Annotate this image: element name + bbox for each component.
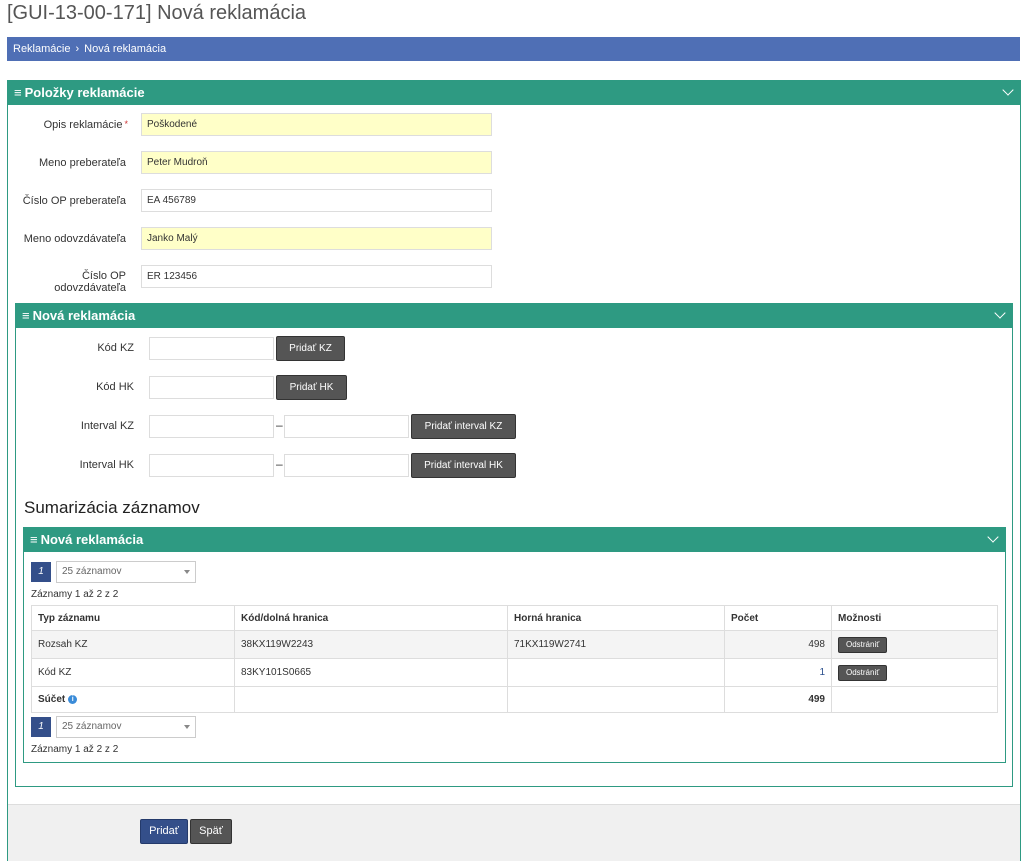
col-header-kod[interactable]: Kód/dolná hranica [234, 605, 508, 631]
pridat-button[interactable]: Pridať [140, 819, 188, 844]
pridat-interval-kz-button[interactable]: Pridať interval KZ [411, 414, 516, 439]
records-info: Záznamy 1 až 2 z 2 [31, 744, 119, 755]
menu-icon: ≡ [14, 85, 22, 100]
interval-hk-from-input[interactable] [149, 454, 274, 477]
caret-down-icon [184, 725, 190, 729]
summary-heading: Sumarizácia záznamov [24, 498, 200, 517]
odstranit-button[interactable]: Odstrániť [838, 636, 888, 653]
panel-header[interactable]: ≡ Nová reklamácia [24, 528, 1005, 552]
page-button[interactable]: 1 [31, 562, 51, 582]
page-size-select[interactable]: 25 záznamov [56, 561, 196, 583]
meno-preberatela-input[interactable]: Peter Mudroň [141, 151, 492, 174]
panel-title: Nová reklamácia [32, 308, 136, 323]
sum-value: 499 [724, 686, 832, 713]
label-meno-preberatela: Meno preberateľa [39, 157, 126, 169]
interval-kz-to-input[interactable] [284, 415, 409, 438]
menu-icon: ≡ [22, 308, 30, 323]
opis-reklamacie-input[interactable]: Poškodené [141, 113, 492, 136]
panel-title: Položky reklamácie [24, 85, 145, 100]
records-table: Typ záznamu Kód/dolná hranica Horná hran… [31, 605, 998, 713]
panel-nova-reklamacia: ≡ Nová reklamácia Kód KZ Pridať KZ Kód HK… [15, 303, 1013, 787]
spat-button[interactable]: Späť [190, 819, 232, 844]
pridat-hk-button[interactable]: Pridať HK [276, 375, 347, 400]
meno-odovzdavatela-input[interactable]: Janko Malý [141, 227, 492, 250]
label-cislo-op-odovzdavatela: Číslo OP odovzdávateľa [54, 270, 126, 294]
label-opis-reklamacie: Opis reklamácie * [43, 119, 128, 131]
odstranit-button[interactable]: Odstrániť [838, 664, 888, 681]
label-interval-hk: Interval HK [79, 459, 134, 471]
sum-label: Súčet i [31, 686, 235, 713]
form-footer: Pridať Späť [8, 804, 1020, 861]
records-info: Záznamy 1 až 2 z 2 [31, 589, 119, 600]
pridat-kz-button[interactable]: Pridať KZ [276, 336, 345, 361]
breadcrumb-current: Nová reklamácia [84, 43, 167, 55]
table-row: Rozsah KZ 38KX119W2243 71KX119W2741 498 … [31, 630, 998, 659]
chevron-right-icon: › [75, 43, 80, 55]
label-interval-kz: Interval KZ [80, 420, 134, 432]
breadcrumb-link-reklamacie[interactable]: Reklamácie [13, 43, 70, 55]
interval-kz-from-input[interactable] [149, 415, 274, 438]
label-kod-hk: Kód HK [96, 381, 134, 393]
col-header-typ[interactable]: Typ záznamu [31, 605, 235, 631]
label-kod-kz: Kód KZ [97, 342, 134, 354]
sum-row: Súčet i 499 [31, 686, 998, 713]
menu-icon: ≡ [30, 532, 38, 547]
range-dash: – [276, 457, 283, 471]
required-marker: * [124, 119, 128, 129]
page-size-select[interactable]: 25 záznamov [56, 716, 196, 738]
interval-hk-to-input[interactable] [284, 454, 409, 477]
page-title: [GUI-13-00-171] Nová reklamácia [7, 2, 307, 24]
chevron-down-icon[interactable] [1002, 84, 1014, 96]
panel-summary: ≡ Nová reklamácia 1 25 záznamov Záznamy 1… [23, 527, 1006, 763]
kod-kz-input[interactable] [149, 337, 274, 360]
col-header-moznosti: Možnosti [831, 605, 998, 631]
panel-header[interactable]: ≡ Položky reklamácie [8, 81, 1020, 105]
cislo-op-odovzdavatela-input[interactable]: ER 123456 [141, 265, 492, 288]
info-icon[interactable]: i [68, 694, 78, 704]
cislo-op-preberatela-input[interactable]: EA 456789 [141, 189, 492, 212]
range-dash: – [276, 418, 283, 432]
col-header-horna[interactable]: Horná hranica [507, 605, 725, 631]
breadcrumb: Reklamácie › Nová reklamácia [7, 37, 1020, 61]
table-row: Kód KZ 83KY101S0665 1 Odstrániť [31, 658, 998, 687]
panel-title: Nová reklamácia [40, 532, 144, 547]
label-cislo-op-preberatela: Číslo OP preberateľa [22, 195, 126, 207]
panel-polozky-reklamacie: ≡ Položky reklamácie Opis reklamácie * Poš… [7, 80, 1021, 861]
pridat-interval-hk-button[interactable]: Pridať interval HK [411, 453, 516, 478]
page-button[interactable]: 1 [31, 717, 51, 737]
col-header-pocet[interactable]: Počet [724, 605, 832, 631]
caret-down-icon [184, 570, 190, 574]
chevron-down-icon[interactable] [994, 307, 1006, 319]
kod-hk-input[interactable] [149, 376, 274, 399]
label-meno-odovzdavatela: Meno odovzdávateľa [23, 233, 126, 245]
panel-header[interactable]: ≡ Nová reklamácia [16, 304, 1012, 328]
chevron-down-icon[interactable] [987, 531, 999, 543]
